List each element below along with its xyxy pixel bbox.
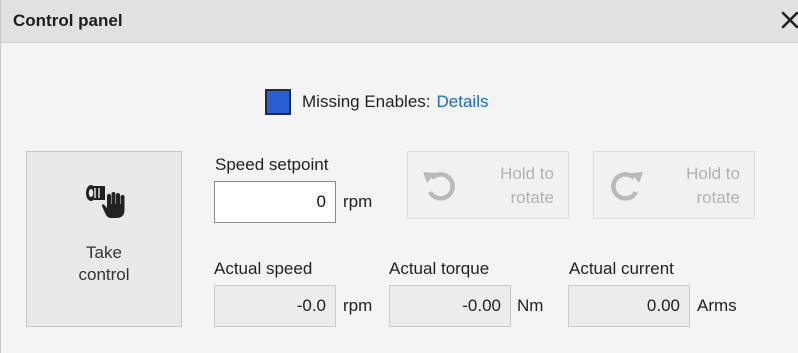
actual-speed-value: -0.0 xyxy=(214,285,336,327)
hold-rotate-ccw-label: Hold to rotate xyxy=(464,162,554,210)
hold-rotate-cw-label-line1: Hold to xyxy=(686,164,740,183)
rotate-cw-icon xyxy=(611,172,643,201)
actual-current-value: 0.00 xyxy=(568,285,690,327)
hold-rotate-cw-label-line2: rotate xyxy=(696,188,740,207)
missing-enables-label: Missing Enables: xyxy=(302,92,431,111)
panel-title: Control panel xyxy=(13,11,123,30)
actual-torque-unit: Nm xyxy=(517,296,544,315)
missing-enables-row: Missing Enables: Details xyxy=(265,88,488,116)
title-bar: Control panel xyxy=(1,0,798,43)
actual-current-unit: Arms xyxy=(697,296,737,315)
details-link[interactable]: Details xyxy=(437,92,489,112)
actual-speed-label: Actual speed xyxy=(214,259,313,278)
hold-rotate-ccw-label-line2: rotate xyxy=(510,188,554,207)
take-control-button[interactable]: Take control xyxy=(26,151,182,327)
control-panel: Control panel Missing Enables: Details T… xyxy=(0,0,798,353)
take-control-label-line2: control xyxy=(78,265,130,284)
speed-setpoint-unit: rpm xyxy=(343,192,373,211)
actual-torque-label: Actual torque xyxy=(389,259,490,278)
close-icon[interactable] xyxy=(780,8,798,32)
hold-rotate-cw-button[interactable]: Hold to rotate xyxy=(593,151,755,219)
speed-setpoint-input[interactable]: 0 xyxy=(214,181,336,223)
take-control-label: Take control xyxy=(27,242,181,286)
take-control-label-line1: Take xyxy=(86,243,122,262)
hand-grab-icon xyxy=(86,185,125,218)
speed-setpoint-label: Speed setpoint xyxy=(215,155,329,174)
hold-rotate-ccw-label-line1: Hold to xyxy=(500,164,554,183)
rotate-ccw-icon xyxy=(423,172,455,201)
actual-current-label: Actual current xyxy=(569,259,674,278)
missing-enables-indicator xyxy=(265,89,291,115)
actual-torque-value: -0.00 xyxy=(389,285,511,327)
hold-rotate-cw-label: Hold to rotate xyxy=(650,162,740,210)
hold-rotate-ccw-button[interactable]: Hold to rotate xyxy=(407,151,569,219)
actual-speed-unit: rpm xyxy=(343,296,373,315)
